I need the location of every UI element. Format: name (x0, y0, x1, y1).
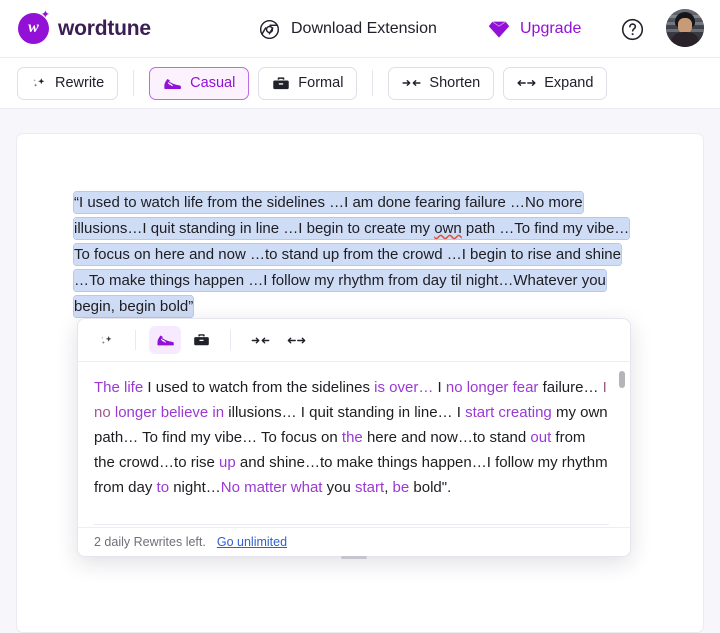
suggestion-scrollbar[interactable] (619, 371, 625, 521)
arrows-in-icon (402, 76, 421, 90)
suggestion-text-segment: I (433, 379, 446, 396)
popup-footer: 2 daily Rewrites left. Go unlimited (78, 527, 630, 556)
suggestion-changed-segment: start creating (465, 404, 552, 421)
suggestion-separator (94, 524, 609, 525)
suggestion-changed-segment: up (219, 454, 236, 471)
toolbar-label-casual: Casual (190, 75, 235, 91)
popup-button-formal[interactable] (185, 326, 217, 354)
suggestion-changed-segment: the (342, 429, 363, 446)
upgrade-label: Upgrade (520, 20, 581, 38)
toolbar-button-expand[interactable]: Expand (503, 67, 607, 100)
arrows-out-icon (287, 334, 306, 347)
chrome-icon (258, 18, 281, 41)
suggestion-text-segment: here and now…to stand (363, 429, 531, 446)
suggestion-scrollbar-thumb[interactable] (619, 371, 625, 388)
help-button[interactable] (620, 0, 645, 58)
briefcase-icon (272, 76, 290, 91)
suggestion-changed-segment: longer believe in (115, 404, 224, 421)
source-text-selection[interactable]: “I used to watch life from the sidelines… (74, 190, 639, 320)
source-line-5: begin, begin bold” (74, 296, 193, 317)
suggestion-changed-segment: is over… (374, 379, 433, 396)
arrows-in-icon (251, 334, 270, 347)
suggestion-item[interactable]: The life I used to watch from the sideli… (94, 375, 608, 500)
suggestion-changed-segment: out (530, 429, 551, 446)
upgrade-button[interactable]: Upgrade (488, 0, 581, 58)
logo-letter: w (28, 20, 39, 36)
popup-divider-2 (230, 330, 231, 350)
go-unlimited-link[interactable]: Go unlimited (217, 535, 287, 549)
suggestion-changed-segment: no longer fear (446, 379, 539, 396)
wordtune-logo-icon: ✦ w (18, 13, 49, 44)
sneaker-icon (156, 333, 175, 347)
suggestion-list: The life I used to watch from the sideli… (78, 362, 630, 529)
rewrites-left-text: 2 daily Rewrites left. (94, 535, 206, 549)
suggestion-text-segment: night… (169, 479, 221, 496)
download-extension-label: Download Extension (291, 20, 437, 38)
toolbar-label-rewrite: Rewrite (55, 75, 104, 91)
brand-name: wordtune (58, 17, 151, 41)
suggestion-changed-segment: No matter what (221, 479, 323, 496)
brand-logo[interactable]: ✦ w wordtune (18, 13, 151, 44)
toolbar-divider-1 (133, 70, 134, 96)
rewrite-suggestion-popup[interactable]: The life I used to watch from the sideli… (77, 318, 631, 557)
briefcase-icon (193, 333, 210, 347)
rewrite-modes-toolbar: Rewrite Casual Formal Sh (0, 58, 720, 109)
source-line-1: “I used to watch life from the sidelines… (74, 192, 583, 213)
suggestion-text-segment: bold". (409, 479, 451, 496)
popup-divider-1 (135, 330, 136, 350)
sneaker-icon (163, 76, 182, 91)
sparkle-accent-icon: ✦ (41, 10, 50, 21)
toolbar-button-casual[interactable]: Casual (149, 67, 249, 100)
toolbar-divider-2 (372, 70, 373, 96)
source-line-2: illusions…I quit standing in line …I beg… (74, 218, 629, 239)
suggestion-text-segment: I used to watch from the sidelines (143, 379, 374, 396)
popup-mode-toolbar (78, 319, 630, 362)
suggestion-text-segment: illusions… I quit standing in line… I (224, 404, 465, 421)
popup-resize-handle[interactable] (341, 556, 367, 559)
misspelled-word[interactable]: own (434, 220, 462, 237)
suggestion-changed-segment: to (157, 479, 170, 496)
popup-button-casual[interactable] (149, 326, 181, 354)
suggestion-text-segment: failure… (538, 379, 602, 396)
toolbar-button-shorten[interactable]: Shorten (388, 67, 494, 100)
source-line-4: …To make things happen …I follow my rhyt… (74, 270, 606, 291)
suggestion-text-segment: you (322, 479, 355, 496)
user-avatar[interactable] (666, 9, 704, 47)
suggestion-text-segment: , (384, 479, 392, 496)
sparkle-icon (31, 75, 47, 91)
popup-button-shorten[interactable] (244, 326, 276, 354)
toolbar-label-shorten: Shorten (429, 75, 480, 91)
source-line-3: To focus on here and now …to stand up fr… (74, 244, 621, 265)
popup-button-rewrite[interactable] (90, 326, 122, 354)
suggestion-changed-segment: start (355, 479, 384, 496)
toolbar-button-rewrite[interactable]: Rewrite (17, 67, 118, 100)
toolbar-label-expand: Expand (544, 75, 593, 91)
arrows-out-icon (517, 76, 536, 90)
download-extension-button[interactable]: Download Extension (258, 0, 437, 58)
question-circle-icon (620, 17, 645, 42)
toolbar-button-formal[interactable]: Formal (258, 67, 357, 100)
sparkle-icon (99, 333, 114, 348)
toolbar-label-formal: Formal (298, 75, 343, 91)
popup-button-expand[interactable] (280, 326, 312, 354)
suggestion-changed-segment: be (393, 479, 410, 496)
diamond-icon (488, 20, 510, 39)
app-header: ✦ w wordtune Download Extension Upgrade (0, 0, 720, 58)
suggestion-changed-segment: The life (94, 379, 143, 396)
